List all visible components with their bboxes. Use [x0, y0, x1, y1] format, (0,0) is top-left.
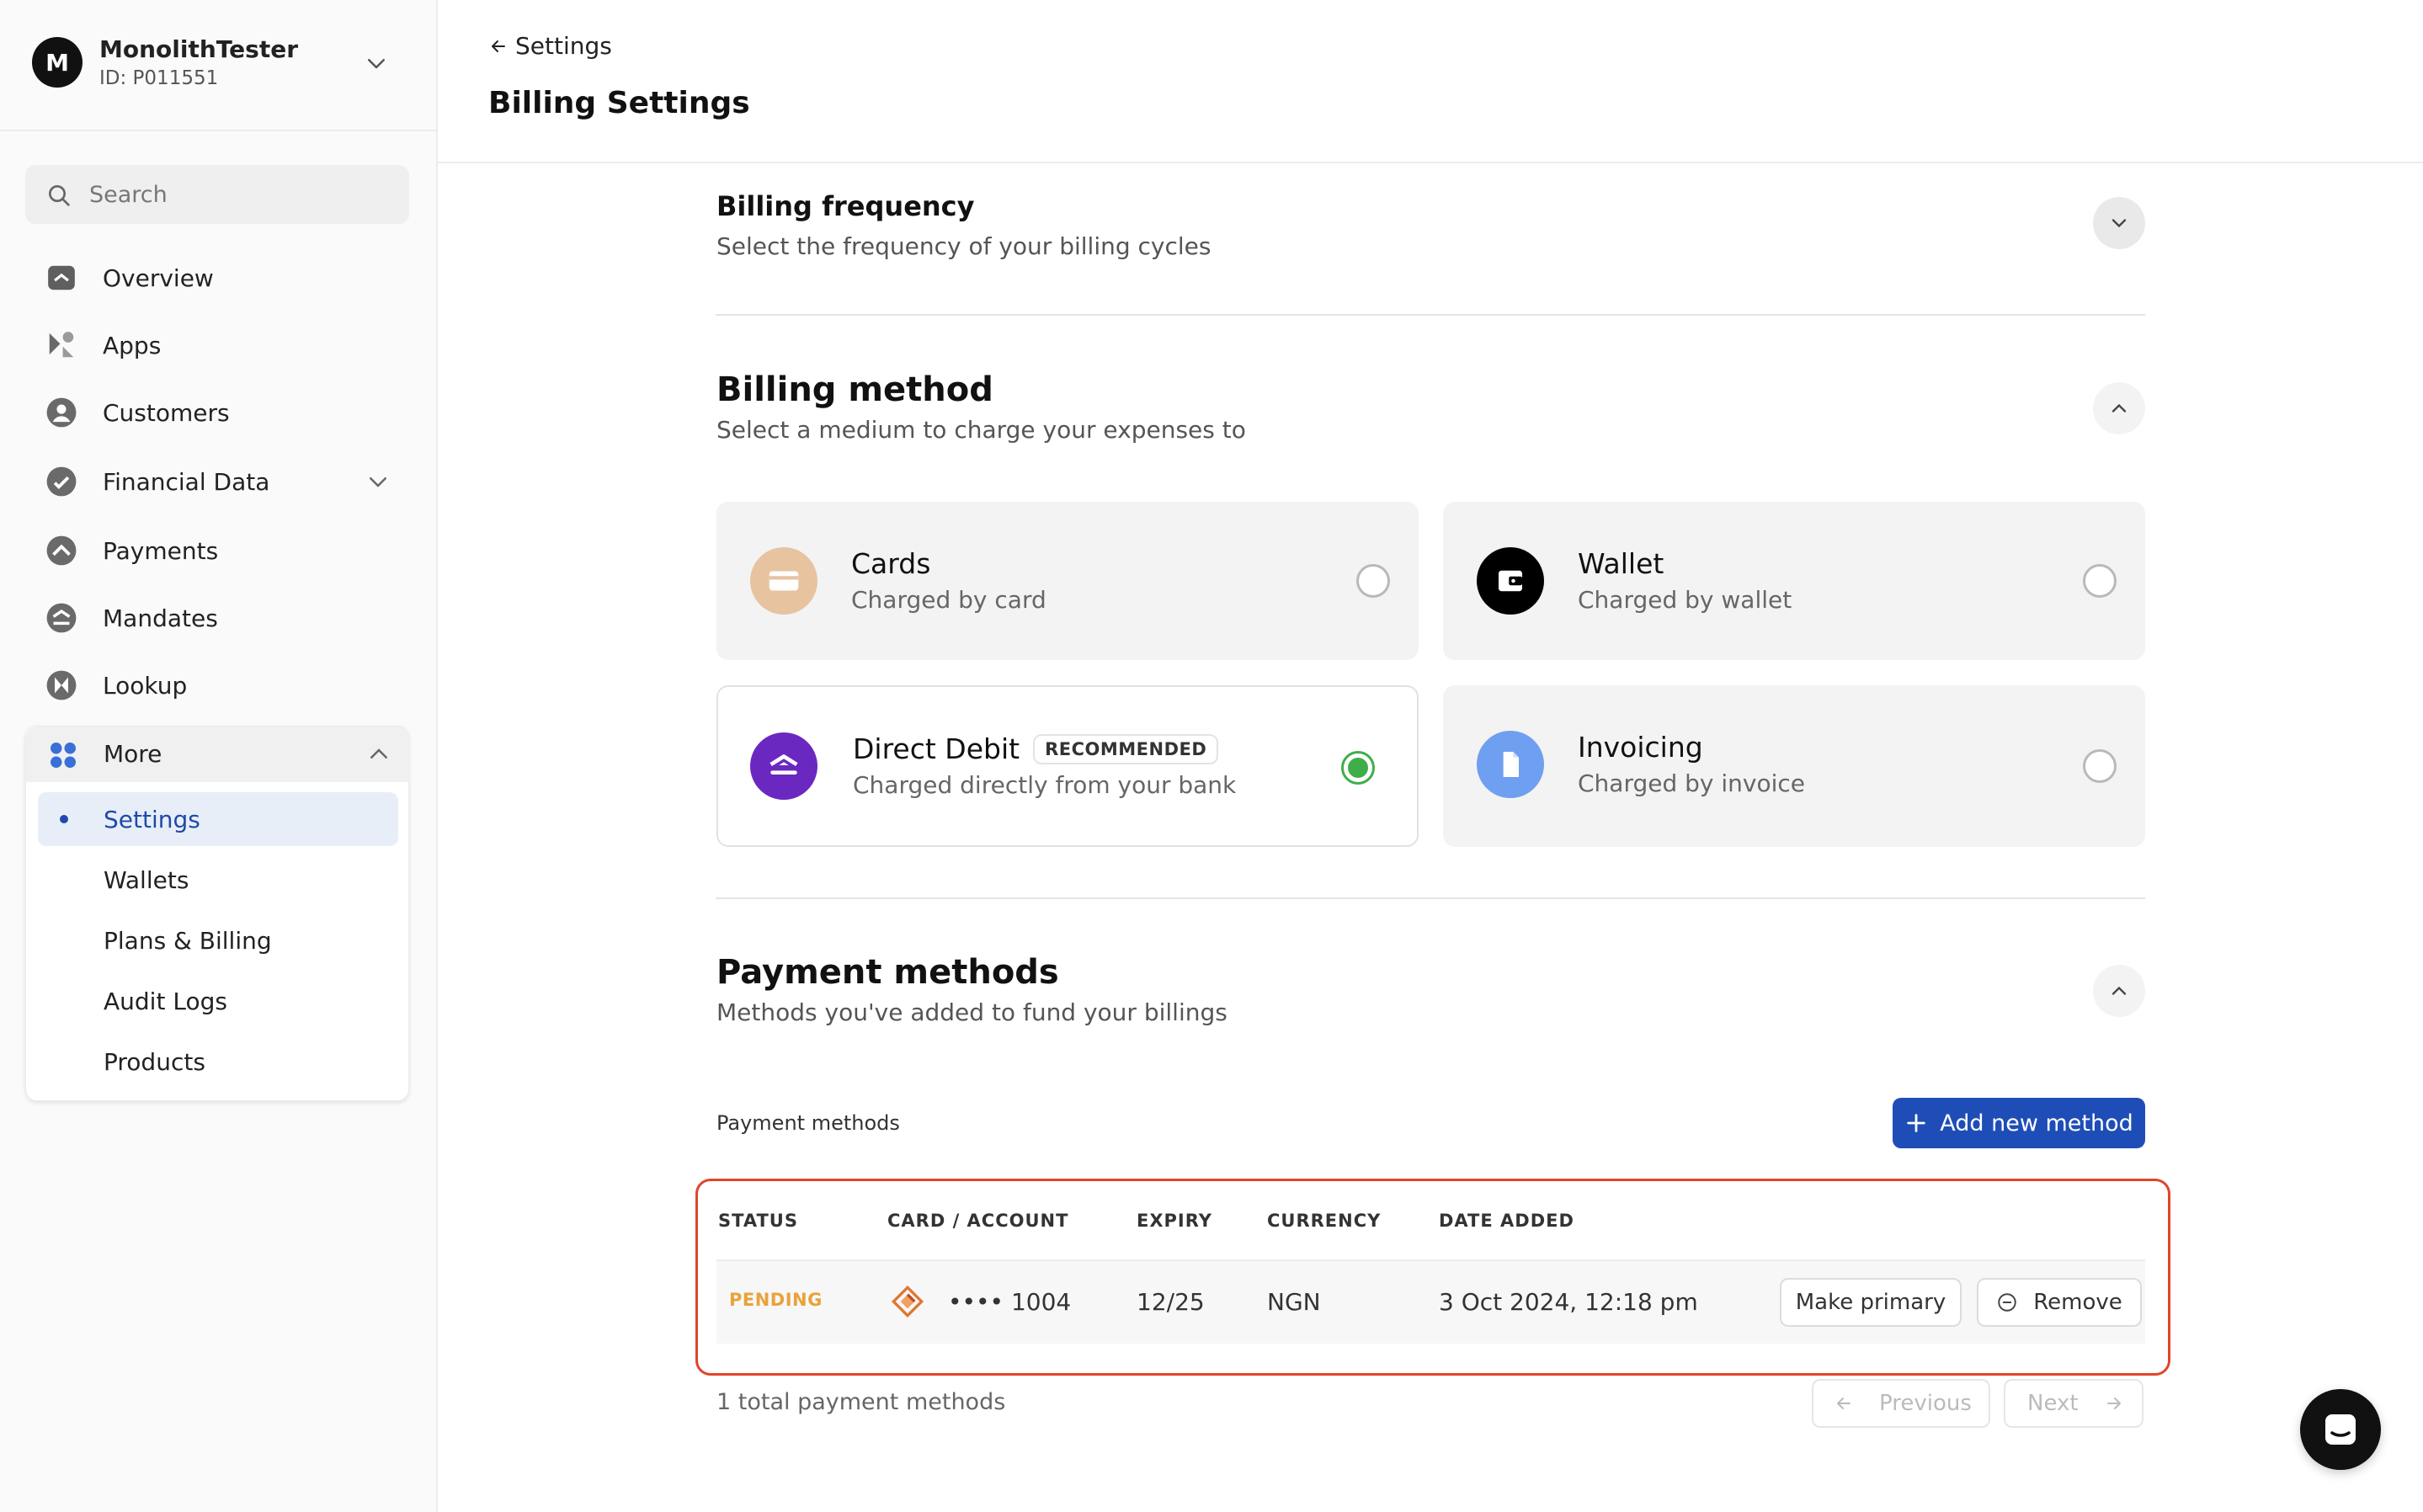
divider [716, 314, 2145, 316]
status-badge: PENDING [729, 1290, 823, 1310]
billing-method-title: Billing method [716, 370, 993, 409]
collapse-billing-method-button[interactable] [2093, 382, 2145, 434]
billing-option-radio[interactable] [2083, 749, 2117, 783]
document-icon [1477, 731, 1544, 798]
column-header-expiry: EXPIRY [1137, 1211, 1212, 1231]
billing-method-subtitle: Select a medium to charge your expenses … [716, 416, 1246, 444]
billing-option-invoicing[interactable]: Invoicing Charged by invoice [1443, 685, 2145, 847]
billing-option-title: Cards [851, 547, 931, 580]
minus-circle-icon [1998, 1293, 2016, 1312]
billing-option-cards[interactable]: Cards Charged by card [716, 502, 1419, 660]
billing-option-title: Direct Debit RECOMMENDED [853, 732, 1219, 765]
card-currency: NGN [1267, 1288, 1321, 1316]
column-header-currency: CURRENCY [1267, 1211, 1382, 1231]
chevron-up-icon [2111, 986, 2127, 995]
card-number: •••• 1004 [948, 1288, 1072, 1316]
billing-option-subtitle: Charged by wallet [1578, 586, 1792, 614]
payment-methods-list-label: Payment methods [716, 1111, 900, 1135]
billing-option-title: Wallet [1578, 547, 1664, 580]
card-brand-icon [891, 1285, 924, 1318]
main-content: Billing frequency Select the frequency o… [0, 0, 2423, 1512]
card-expiry: 12/25 [1137, 1288, 1205, 1316]
billing-option-wallet[interactable]: Wallet Charged by wallet [1443, 502, 2145, 660]
arrow-left-icon [1837, 1398, 1851, 1409]
previous-label: Previous [1879, 1391, 1972, 1416]
remove-button[interactable]: Remove [1977, 1278, 2142, 1327]
add-new-method-label: Add new method [1940, 1110, 2133, 1137]
divider [716, 897, 2145, 899]
recommended-badge: RECOMMENDED [1033, 733, 1219, 764]
expand-billing-frequency-button[interactable] [2093, 197, 2145, 249]
plus-icon [1907, 1114, 1925, 1132]
billing-option-radio[interactable] [1356, 564, 1390, 598]
chat-support-button[interactable] [2300, 1389, 2381, 1470]
wallet-icon [1477, 547, 1544, 615]
chevron-down-icon [2111, 219, 2127, 228]
billing-option-radio[interactable] [1341, 751, 1375, 785]
card-icon [750, 547, 817, 615]
make-primary-label: Make primary [1795, 1290, 1946, 1315]
column-header-date-added: DATE ADDED [1439, 1211, 1574, 1231]
previous-page-button[interactable]: Previous [1812, 1379, 1990, 1428]
billing-frequency-title: Billing frequency [716, 190, 975, 222]
bank-icon [750, 732, 817, 800]
arrow-right-icon [2106, 1398, 2121, 1409]
chevron-up-icon [2111, 403, 2127, 413]
billing-settings-page: M MonolithTester ID: P011551 Overview Ap… [0, 0, 2423, 1512]
next-page-button[interactable]: Next [2004, 1379, 2143, 1428]
make-primary-button[interactable]: Make primary [1780, 1278, 1962, 1327]
card-date-added: 3 Oct 2024, 12:18 pm [1439, 1288, 1698, 1316]
billing-option-subtitle: Charged by invoice [1578, 769, 1806, 797]
billing-option-radio[interactable] [2083, 564, 2117, 598]
payment-methods-title: Payment methods [716, 953, 1059, 992]
remove-label: Remove [2033, 1290, 2122, 1315]
next-label: Next [2027, 1391, 2079, 1416]
payment-methods-subtitle: Methods you've added to fund your billin… [716, 998, 1227, 1026]
billing-option-direct-debit[interactable]: Direct Debit RECOMMENDED Charged directl… [716, 685, 1419, 847]
column-header-status: STATUS [718, 1211, 798, 1231]
billing-option-title: Invoicing [1578, 731, 1703, 764]
billing-frequency-subtitle: Select the frequency of your billing cyc… [716, 232, 1212, 260]
collapse-payment-methods-button[interactable] [2093, 965, 2145, 1017]
billing-option-subtitle: Charged directly from your bank [853, 771, 1237, 799]
billing-option-subtitle: Charged by card [851, 586, 1046, 614]
add-new-method-button[interactable]: Add new method [1893, 1098, 2145, 1148]
column-header-card-account: CARD / ACCOUNT [887, 1211, 1069, 1231]
chat-icon [2325, 1414, 2356, 1445]
total-count: 1 total payment methods [716, 1389, 1006, 1415]
